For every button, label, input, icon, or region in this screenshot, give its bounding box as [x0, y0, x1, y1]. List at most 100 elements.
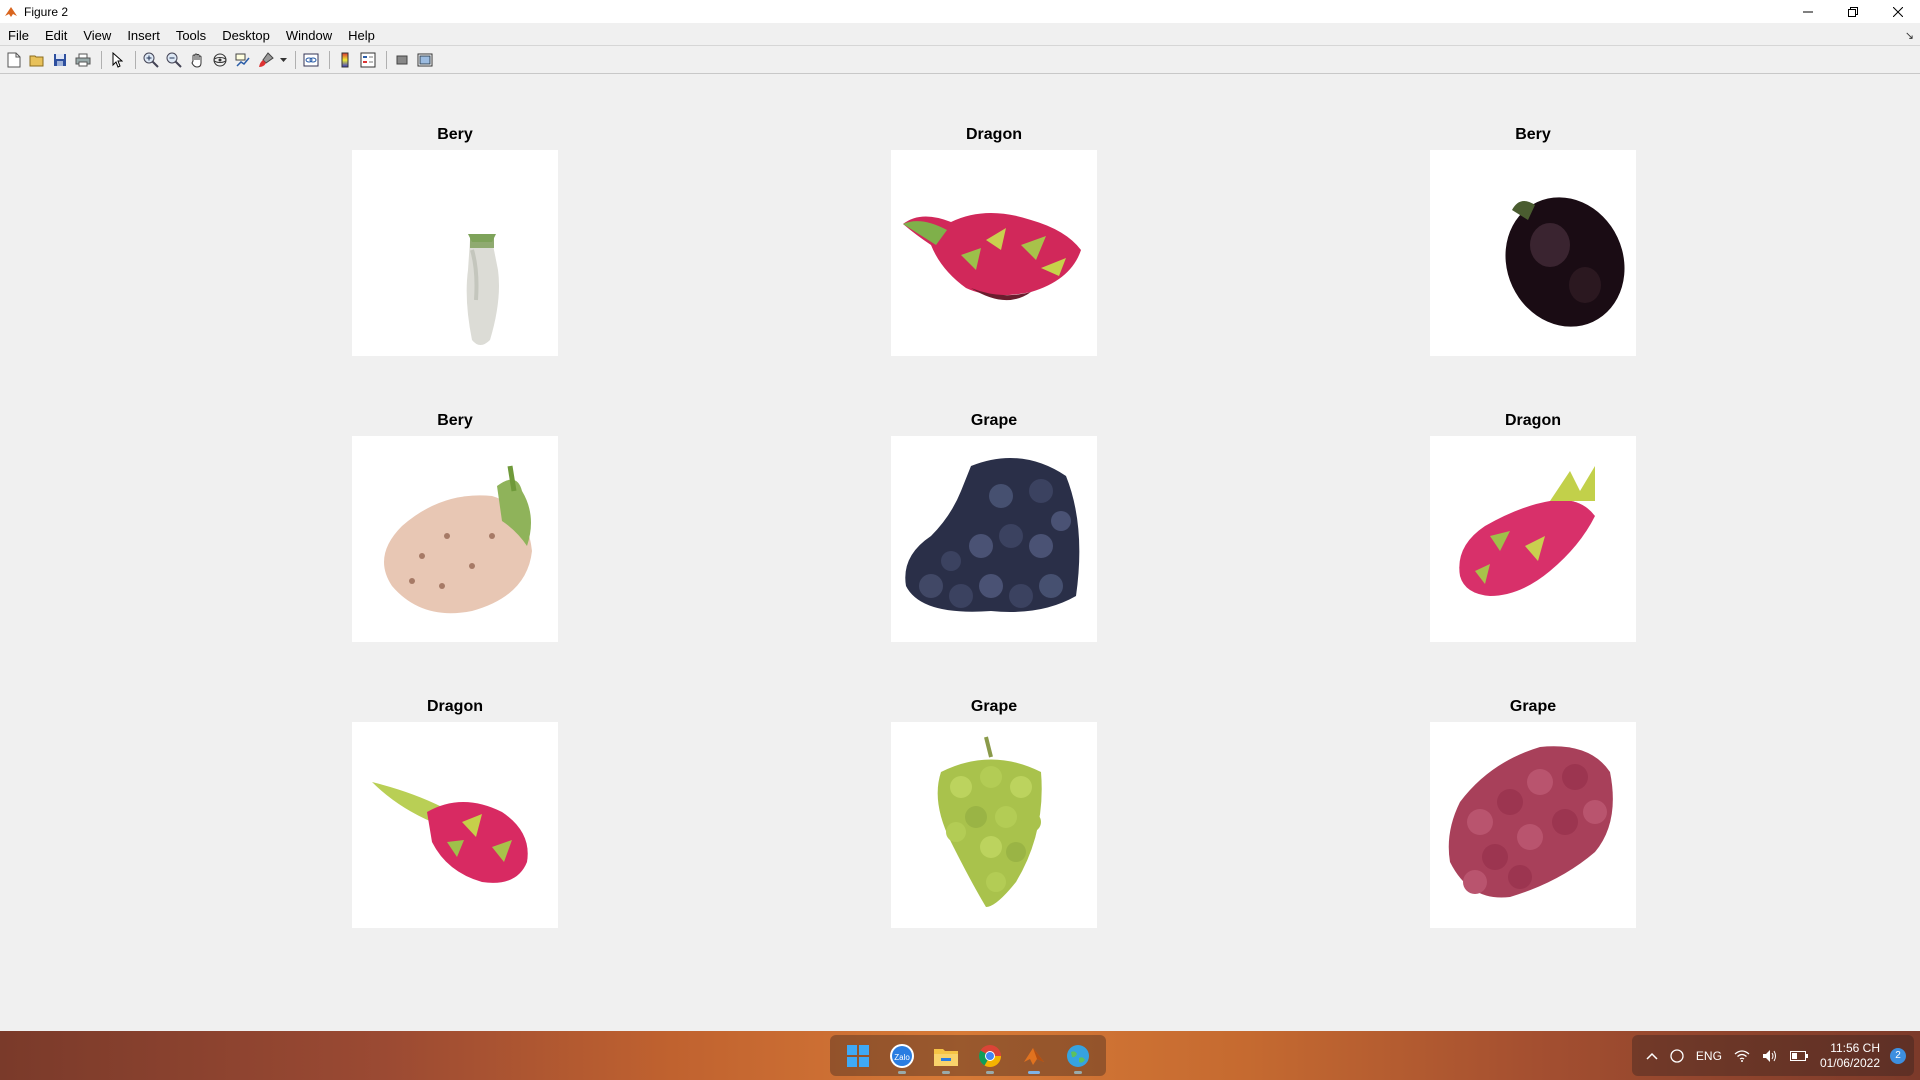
subplot-image: [1430, 722, 1636, 928]
print-icon: [75, 53, 91, 67]
toolbar-separator: [386, 51, 387, 69]
zoom-out-button[interactable]: [164, 50, 184, 70]
taskbar-file-explorer[interactable]: [928, 1038, 964, 1074]
figure-toolbar: [0, 47, 1920, 74]
subplot-image: [352, 722, 558, 928]
insert-colorbar-button[interactable]: [335, 50, 355, 70]
zoom-in-icon: [143, 52, 159, 68]
running-indicator: [1074, 1070, 1082, 1074]
menu-edit[interactable]: Edit: [45, 28, 67, 43]
link-plot-button[interactable]: [301, 50, 321, 70]
subplot-image: [1430, 436, 1636, 642]
subplot-title: Grape: [970, 698, 1018, 715]
language-indicator[interactable]: ENG: [1696, 1049, 1722, 1063]
matlab-icon: [1024, 1047, 1044, 1065]
insert-legend-icon: [360, 52, 376, 68]
show-plot-tools-button[interactable]: [415, 50, 435, 70]
subplot-image: [1430, 150, 1636, 356]
tray-circle-button[interactable]: [1670, 1048, 1684, 1063]
subplot-image: [891, 722, 1097, 928]
zalo-icon: Zalo: [890, 1043, 914, 1068]
menu-desktop[interactable]: Desktop: [222, 28, 270, 43]
show-hidden-icons-button[interactable]: [1646, 1052, 1658, 1060]
menu-tools[interactable]: Tools: [176, 28, 206, 43]
menu-bar: File Edit View Insert Tools Desktop Wind…: [0, 25, 1920, 46]
figure-canvas[interactable]: Bery Dragon Bery Bery Grape Dragon Drago…: [0, 75, 1920, 1030]
minimize-button[interactable]: [1785, 0, 1830, 23]
close-button[interactable]: [1875, 0, 1920, 23]
data-cursor-icon: [235, 53, 250, 67]
circle-status-icon: [1670, 1048, 1684, 1063]
brush-button[interactable]: [256, 50, 276, 70]
network-globe-icon: [1067, 1044, 1089, 1067]
taskbar-matlab[interactable]: [1016, 1038, 1052, 1074]
toolbar-separator: [101, 51, 102, 69]
taskbar-network-app[interactable]: [1060, 1038, 1096, 1074]
subplot-title: Grape: [970, 412, 1018, 429]
subplot-title: Bery: [437, 126, 473, 143]
battery-icon: [1789, 1050, 1808, 1061]
speaker-icon: [1762, 1049, 1776, 1062]
wifi-icon: [1734, 1049, 1750, 1062]
chevron-down-icon: [279, 57, 287, 62]
subplot-title: Bery: [437, 412, 473, 429]
subplot-image: [891, 150, 1097, 356]
taskbar-chrome[interactable]: [972, 1038, 1008, 1074]
dock-figure-icon[interactable]: ↘: [1905, 29, 1914, 42]
chrome-icon: [979, 1044, 1001, 1067]
battery-button[interactable]: [1789, 1050, 1808, 1061]
save-button[interactable]: [50, 50, 70, 70]
menu-view[interactable]: View: [83, 28, 111, 43]
menu-window[interactable]: Window: [286, 28, 332, 43]
hide-plot-tools-icon: [396, 55, 408, 65]
link-plot-icon: [303, 53, 319, 67]
restore-button[interactable]: [1830, 0, 1875, 23]
restore-icon: [1847, 6, 1858, 17]
system-tray: ENG 11:56 CH 01/06/2022 2: [1631, 1035, 1914, 1076]
edit-plot-button[interactable]: [107, 50, 127, 70]
dragon-fruit-image: [891, 150, 1097, 356]
dragon-fruit-image: [352, 722, 558, 928]
subplot-image: [891, 436, 1097, 642]
pan-icon: [191, 53, 202, 68]
insert-legend-button[interactable]: [358, 50, 378, 70]
chevron-up-icon: [1646, 1052, 1658, 1060]
white-strawberry-image: [352, 150, 558, 356]
notification-badge[interactable]: 2: [1890, 1047, 1906, 1064]
subplot-title: Bery: [1515, 126, 1551, 143]
brush-dropdown[interactable]: [279, 50, 287, 70]
brush-icon: [259, 52, 274, 67]
zoom-out-icon: [166, 52, 182, 68]
red-grapes-image: [1430, 722, 1636, 928]
open-file-button[interactable]: [27, 50, 47, 70]
subplot-image: [352, 150, 558, 356]
print-button[interactable]: [73, 50, 93, 70]
edit-plot-icon: [112, 52, 123, 68]
taskbar-zalo[interactable]: Zalo: [884, 1038, 920, 1074]
rotate-3d-button[interactable]: [210, 50, 230, 70]
subplot-title: Dragon: [1505, 412, 1561, 429]
save-icon: [54, 54, 66, 66]
windows-start-icon: [847, 1044, 869, 1067]
taskbar: Zalo ENG 11:56 CH 01/06/2022 2: [0, 1031, 1920, 1080]
zoom-in-button[interactable]: [141, 50, 161, 70]
minimize-icon: [1802, 11, 1813, 12]
menu-file[interactable]: File: [8, 28, 29, 43]
insert-colorbar-icon: [341, 52, 349, 68]
matlab-app-icon: [5, 6, 17, 17]
menu-help[interactable]: Help: [348, 28, 375, 43]
svg-text:Zalo: Zalo: [894, 1053, 910, 1062]
wifi-button[interactable]: [1734, 1049, 1750, 1062]
subplot-title: Dragon: [966, 126, 1022, 143]
data-cursor-button[interactable]: [233, 50, 253, 70]
menu-insert[interactable]: Insert: [127, 28, 160, 43]
volume-button[interactable]: [1762, 1049, 1778, 1063]
clock-button[interactable]: 11:56 CH 01/06/2022: [1820, 1041, 1880, 1071]
hide-plot-tools-button[interactable]: [392, 50, 412, 70]
start-button[interactable]: [840, 1038, 876, 1074]
close-icon: [1892, 6, 1903, 17]
clock-time: 11:56 CH: [1830, 1040, 1880, 1055]
new-figure-button[interactable]: [4, 50, 24, 70]
subplot-title: Dragon: [427, 698, 483, 715]
pan-button[interactable]: [187, 50, 207, 70]
